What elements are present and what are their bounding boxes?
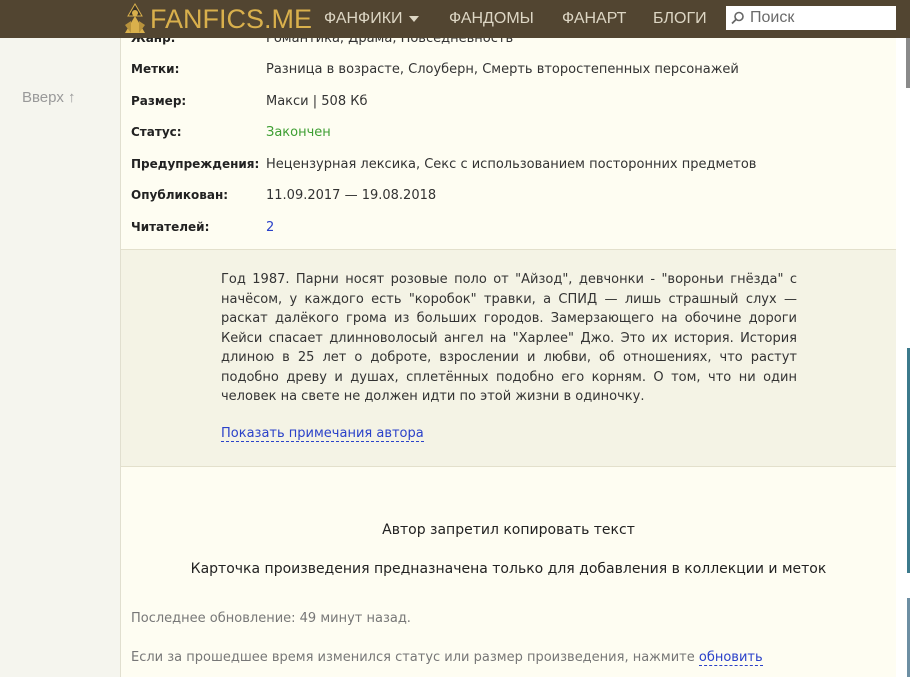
card-purpose-notice: Карточка произведения предназначена толь… [190, 561, 827, 577]
summary-text: Год 1987. Парни носят розовые поло от "А… [221, 272, 797, 404]
search-box [726, 6, 896, 30]
nav-fandoms[interactable]: ФАНДОМЫ [449, 0, 534, 38]
meta-value-warnings: Нецензурная лексика, Секс с использовани… [266, 157, 757, 172]
last-update-text: Последнее обновление: 49 минут назад. [131, 611, 411, 626]
chevron-down-icon [408, 15, 419, 22]
search-icon [731, 11, 744, 25]
meta-value-size: Макси | 508 Кб [266, 94, 368, 109]
meta-row-size: Размер: Макси | 508 Кб [131, 94, 891, 118]
nav-fandoms-label: ФАНДОМЫ [449, 10, 534, 27]
meta-label-status: Статус: [131, 125, 182, 139]
copy-forbidden-notice: Автор запретил копировать текст [382, 522, 635, 538]
meta-row-readers: Читателей: 2 [131, 220, 891, 244]
meta-row-tags: Метки: Разница в возрасте, Слоуберн, Сме… [131, 62, 891, 86]
meta-label-warnings: Предупреждения: [131, 157, 260, 171]
search-input[interactable] [746, 7, 890, 29]
fanfic-card: Жанр: Романтика, Драма, Повседневность М… [120, 31, 896, 677]
nav-blogs[interactable]: БЛОГИ [653, 0, 707, 38]
refresh-notice: Если за прошедшее время изменился статус… [131, 650, 763, 666]
meta-label-size: Размер: [131, 94, 187, 108]
meta-value-tags[interactable]: Разница в возрасте, Слоуберн, Смерть вто… [266, 62, 739, 77]
meta-row-warnings: Предупреждения: Нецензурная лексика, Сек… [131, 157, 891, 181]
refresh-notice-text: Если за прошедшее время изменился статус… [131, 650, 695, 665]
meta-value-published: 11.09.2017 — 19.08.2018 [266, 188, 437, 203]
show-author-notes-link[interactable]: Показать примечания автора [221, 426, 424, 442]
nav-fanfics-label: ФАНФИКИ [324, 10, 403, 27]
site-logo[interactable]: FANFICS.ME [122, 2, 312, 36]
top-navigation-bar: FANFICS.ME ФАНФИКИ ФАНДОМЫ ФАНАРТ БЛОГИ [0, 0, 910, 38]
meta-label-published: Опубликован: [131, 188, 229, 202]
meta-label-tags: Метки: [131, 62, 180, 76]
meta-label-readers: Читателей: [131, 220, 210, 234]
status-badge: Закончен [266, 125, 331, 140]
meta-row-status: Статус: Закончен [131, 125, 891, 149]
logo-text: FANFICS.ME [150, 3, 313, 34]
scrollbar-thumb[interactable] [906, 38, 910, 88]
readers-count-link[interactable]: 2 [266, 220, 274, 235]
scroll-top-link[interactable]: Вверх ↑ [22, 89, 76, 106]
refresh-link[interactable]: обновить [698, 650, 763, 666]
left-column: Вверх ↑ [0, 38, 120, 677]
nav-fanfics[interactable]: ФАНФИКИ [324, 0, 419, 38]
nav-blogs-label: БЛОГИ [653, 10, 707, 27]
logo-mascot-icon [125, 3, 145, 33]
summary-block: Год 1987. Парни носят розовые поло от "А… [121, 249, 896, 467]
nav-fanart-label: ФАНАРТ [562, 10, 627, 27]
meta-row-published: Опубликован: 11.09.2017 — 19.08.2018 [131, 188, 891, 212]
nav-fanart[interactable]: ФАНАРТ [562, 0, 626, 38]
